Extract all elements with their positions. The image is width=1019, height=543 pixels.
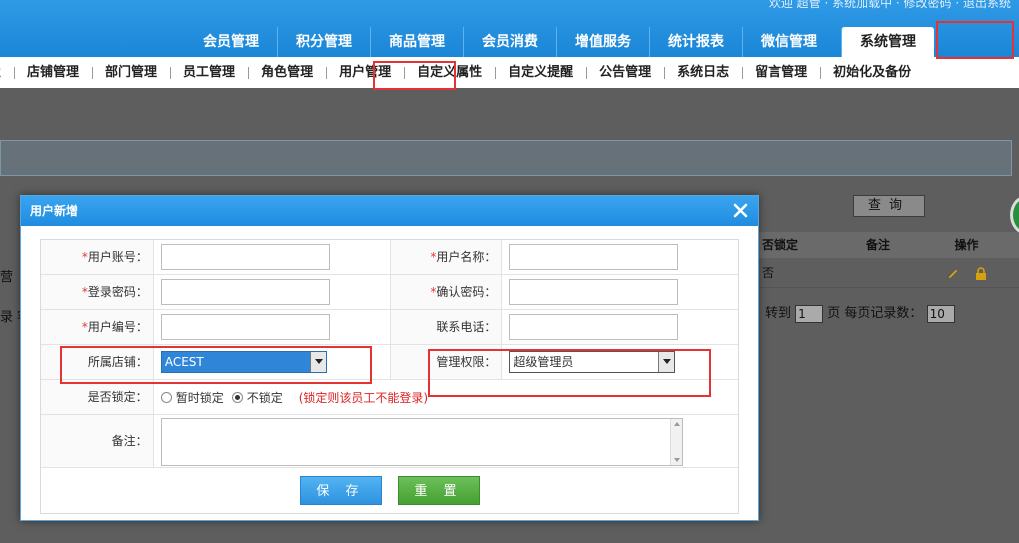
pager-prefix: 转到 [765,306,792,321]
nav-member[interactable]: 会员管理 [185,27,277,57]
phone-input[interactable] [509,314,679,340]
lock-none-label[interactable]: 不锁定 [247,389,283,406]
top-header: 欢迎 超管 · 系统加载中 · 修改密码 · 退出系统 会员管理 积分管理 商品… [0,0,1019,57]
confirm-label: *确认密码： [389,275,503,309]
phone-label: 联系电话： [389,310,503,344]
nav-points[interactable]: 积分管理 [277,27,370,57]
name-label: *用户名称： [389,240,503,274]
textarea-scrollbar[interactable] [669,418,682,465]
user-add-dialog: 用户新增 *用户账号： *用户名称： *登录密码： *确认密码： *用户编号： … [20,195,759,521]
sub-nav-init-backup[interactable]: 初始化及备份 [820,57,924,88]
lock-icon[interactable] [975,267,987,280]
cell-actions [914,258,1019,287]
sub-nav-role[interactable]: 角色管理 [248,57,326,88]
code-input[interactable] [160,314,330,340]
bg-text-fragment: 营 [0,270,14,285]
password-label: *登录密码： [41,275,154,309]
page-select[interactable]: 1 [795,304,824,323]
sub-nav-notice[interactable]: 公告管理 [586,57,664,88]
col-locked: 否锁定 [762,238,799,252]
form-row: *登录密码： *确认密码： [41,275,738,310]
lock-temp-label[interactable]: 暂时锁定 [176,389,224,406]
nav-wechat[interactable]: 微信管理 [742,27,835,57]
form-row: 所属店铺： ACEST 管理权限： 超级管理员 [41,345,738,380]
sub-nav-department[interactable]: 部门管理 [92,57,170,88]
col-actions: 操作 [954,238,979,252]
top-links[interactable]: 欢迎 超管 · 系统加载中 · 修改密码 · 退出系统 [769,0,1011,11]
chevron-down-icon[interactable] [309,352,326,372]
code-label: *用户编号： [41,310,154,344]
name-input[interactable] [509,244,679,270]
lock-none-radio[interactable] [231,391,243,403]
chevron-down-icon[interactable] [658,352,675,372]
cell-remark [842,258,914,287]
reset-button[interactable]: 重 置 [397,476,480,505]
confirm-password-input[interactable] [509,279,679,305]
account-label: *用户账号： [41,240,154,274]
nav-system[interactable]: 系统管理 [841,27,934,57]
col-remark: 备注 [865,238,890,252]
user-table: 否锁定 备注 操作 否 [758,232,1019,288]
role-label: 管理权限： [389,345,503,379]
password-input[interactable] [160,279,330,305]
nav-consume[interactable]: 会员消费 [463,27,556,57]
pencil-icon[interactable] [946,267,960,281]
sub-nav-log[interactable]: 系统日志 [664,57,742,88]
cell-locked: 否 [762,266,775,280]
dialog-title: 用户新增 [30,204,79,218]
save-button[interactable]: 保 存 [299,476,382,505]
lock-temp-radio[interactable] [160,391,172,403]
pager-mid: 页 每页记录数： [827,306,923,321]
remark-label: 备注： [41,415,154,467]
account-input[interactable] [160,244,330,270]
table-row: 否 [758,258,1019,288]
sub-nav-settings[interactable]: 置 [0,57,14,88]
lock-hint: (锁定则该员工不能登录) [298,390,429,405]
page-size-select[interactable]: 10 [926,304,955,323]
dialog-title-bar: 用户新增 [21,196,758,226]
user-form: *用户账号： *用户名称： *登录密码： *确认密码： *用户编号： 联系电话：… [40,239,739,514]
sub-nav: 置 店铺管理 部门管理 员工管理 角色管理 用户管理 自定义属性 自定义提醒 公… [0,57,1019,88]
role-select[interactable]: 超级管理员 [509,351,676,373]
store-label: 所属店铺： [41,345,154,379]
store-select[interactable]: ACEST [160,351,327,373]
form-row: 是否锁定： 暂时锁定 不锁定 (锁定则该员工不能登录) [41,380,738,415]
remark-textarea[interactable] [160,417,683,466]
button-row: 保 存 重 置 [41,468,738,513]
sub-nav-custom-reminder[interactable]: 自定义提醒 [495,57,586,88]
search-panel [0,140,1012,176]
side-float-button[interactable] [1010,196,1019,234]
sub-nav-message[interactable]: 留言管理 [742,57,820,88]
pager: 转到 1 页 每页记录数： 10 [765,302,955,323]
main-nav: 会员管理 积分管理 商品管理 会员消费 增值服务 统计报表 微信管理 系统管理 [185,27,934,57]
sub-nav-user[interactable]: 用户管理 [326,57,404,88]
sub-nav-staff[interactable]: 员工管理 [170,57,248,88]
sub-nav-custom-attr[interactable]: 自定义属性 [404,57,495,88]
sub-nav-store[interactable]: 店铺管理 [14,57,92,88]
lock-label: 是否锁定： [41,380,154,414]
nav-reports[interactable]: 统计报表 [649,27,742,57]
nav-goods[interactable]: 商品管理 [370,27,463,57]
form-row: *用户账号： *用户名称： [41,240,738,275]
close-icon[interactable] [733,203,748,218]
form-row: 备注： [41,415,738,468]
form-row: *用户编号： 联系电话： [41,310,738,345]
nav-value-added[interactable]: 增值服务 [556,27,649,57]
table-header: 否锁定 备注 操作 [758,232,1019,258]
query-button[interactable]: 查询 [853,195,925,217]
